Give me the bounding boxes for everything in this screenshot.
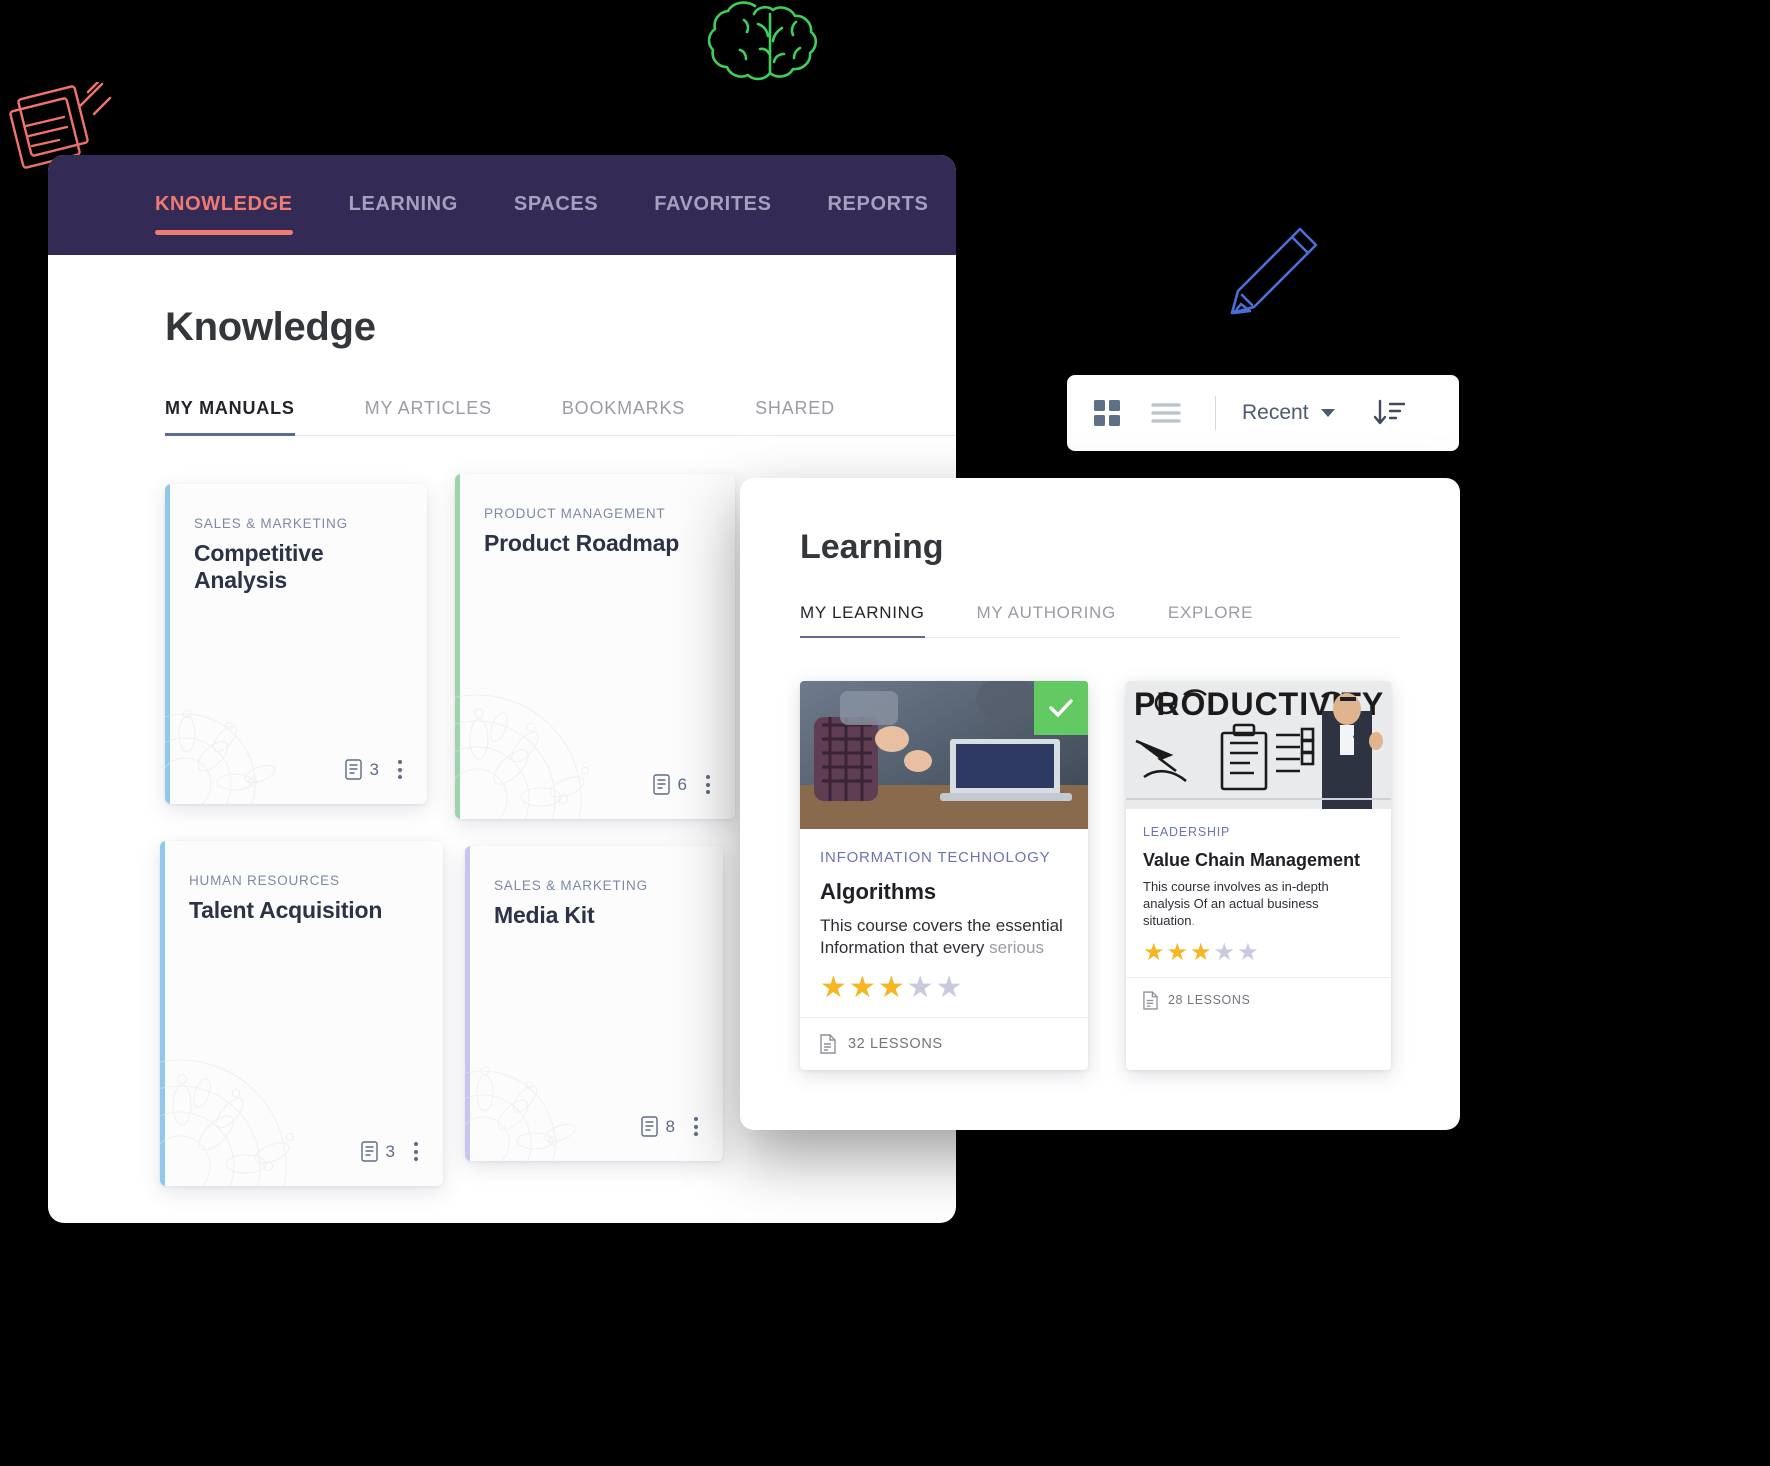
lessons-icon <box>1143 991 1158 1010</box>
course-title: Value Chain Management <box>1143 850 1361 870</box>
course-description: This course involves as in-depth analysi… <box>1143 879 1374 930</box>
page-title: Knowledge <box>165 305 376 349</box>
screenshot-stage: KNOWLEDGE LEARNING SPACES FAVORITES REPO… <box>0 0 1770 1466</box>
star-icon: ★ <box>877 971 905 1005</box>
tab-my-manuals[interactable]: MY MANUALS <box>165 398 295 436</box>
course-thumbnail <box>800 681 1088 829</box>
manual-title: Product Roadmap <box>484 530 680 556</box>
course-description-dim: serious <box>989 938 1044 958</box>
chevron-down-icon[interactable] <box>1320 409 1335 417</box>
manual-card-footer: 3 <box>344 757 405 782</box>
tab-my-authoring[interactable]: MY AUTHORING <box>977 603 1116 637</box>
check-icon <box>1049 699 1073 717</box>
grid-view-icon[interactable] <box>1093 399 1121 427</box>
page-title: Learning <box>800 528 944 566</box>
course-rating[interactable]: ★ ★ ★ ★ ★ <box>1143 938 1374 966</box>
lessons-icon <box>820 1034 836 1054</box>
course-thumbnail-image: PRODUCTIVITY <box>1126 681 1391 809</box>
star-icon: ★ <box>906 971 934 1005</box>
manual-card-footer: 8 <box>640 1114 701 1139</box>
tab-bookmarks[interactable]: BOOKMARKS <box>562 398 685 435</box>
knowledge-content: Knowledge MY MANUALS MY ARTICLES BOOKMAR… <box>48 255 956 1186</box>
star-icon: ★ <box>935 971 963 1005</box>
manual-title: Competitive Analysis <box>194 540 324 593</box>
learning-window: Learning MY LEARNING MY AUTHORING EXPLOR… <box>740 478 1460 1130</box>
tab-explore[interactable]: EXPLORE <box>1168 603 1253 637</box>
document-count-value: 3 <box>385 1141 395 1161</box>
list-view-icon[interactable] <box>1151 401 1181 425</box>
topnav-item-favorites[interactable]: FAVORITES <box>654 155 771 216</box>
topnav-item-knowledge[interactable]: KNOWLEDGE <box>155 155 293 235</box>
star-icon: ★ <box>1166 938 1189 966</box>
course-completed-badge <box>1034 681 1088 735</box>
toolbar-divider <box>1215 396 1216 430</box>
manual-category: SALES & MARKETING <box>194 516 348 531</box>
manual-card[interactable]: PRODUCT MANAGEMENT Product Roadmap 6 <box>455 474 735 819</box>
document-icon <box>360 1141 378 1162</box>
topnav-item-reports[interactable]: REPORTS <box>828 155 929 216</box>
manual-card-footer: 6 <box>652 772 713 797</box>
course-footer: 28 LESSONS <box>1126 976 1391 1023</box>
tab-my-learning[interactable]: MY LEARNING <box>800 603 925 638</box>
star-icon: ★ <box>1237 938 1259 966</box>
course-rating[interactable]: ★ ★ ★ ★ ★ <box>820 973 1068 1003</box>
course-category: INFORMATION TECHNOLOGY <box>820 849 1051 866</box>
course-description-main: This course involves as in-depth analysi… <box>1143 879 1329 928</box>
topnav-item-learning[interactable]: LEARNING <box>349 155 458 216</box>
lessons-count: 32 LESSONS <box>848 1036 943 1053</box>
manual-category: HUMAN RESOURCES <box>189 873 340 888</box>
tab-shared[interactable]: SHARED <box>755 398 835 435</box>
star-icon: ★ <box>1190 938 1212 966</box>
manual-title: Talent Acquisition <box>189 897 383 923</box>
course-footer: 32 LESSONS <box>800 1017 1088 1070</box>
learning-tab-bar: MY LEARNING MY AUTHORING EXPLORE <box>800 603 1400 638</box>
document-count: 3 <box>344 759 379 780</box>
star-icon: ★ <box>848 971 876 1005</box>
document-count: 8 <box>640 1116 675 1137</box>
card-menu-button[interactable] <box>703 772 713 797</box>
document-count-value: 6 <box>677 774 687 794</box>
pencil-doodle-icon <box>1212 215 1332 340</box>
lessons-count: 28 LESSONS <box>1168 993 1251 1008</box>
course-description-dim: . <box>1191 912 1196 928</box>
course-title: Algorithms <box>820 879 937 904</box>
sort-descending-icon[interactable] <box>1373 398 1405 428</box>
document-count-value: 8 <box>665 1116 675 1136</box>
course-details: LEADERSHIP Value Chain Management This c… <box>1126 809 1391 977</box>
document-icon <box>640 1116 658 1137</box>
manual-card-footer: 3 <box>360 1139 421 1164</box>
manual-card[interactable]: HUMAN RESOURCES Talent Acquisition 3 <box>160 841 443 1186</box>
document-count: 3 <box>360 1141 395 1162</box>
course-category: LEADERSHIP <box>1143 825 1231 839</box>
manual-card[interactable]: SALES & MARKETING Competitive Analysis 3 <box>165 484 427 804</box>
document-icon <box>344 759 362 780</box>
document-count-value: 3 <box>369 759 379 779</box>
knowledge-top-navigation: KNOWLEDGE LEARNING SPACES FAVORITES REPO… <box>48 155 956 255</box>
card-menu-button[interactable] <box>411 1139 421 1164</box>
topnav-item-spaces[interactable]: SPACES <box>514 155 598 216</box>
manual-category: SALES & MARKETING <box>494 878 648 893</box>
star-icon: ★ <box>1213 938 1236 966</box>
knowledge-tab-bar: MY MANUALS MY ARTICLES BOOKMARKS SHARED <box>165 398 955 436</box>
course-card[interactable]: INFORMATION TECHNOLOGY Algorithms This c… <box>800 681 1088 1071</box>
card-menu-button[interactable] <box>395 757 405 782</box>
manual-title: Media Kit <box>494 902 595 928</box>
course-description: This course covers the essential Informa… <box>820 915 1068 959</box>
document-icon <box>652 774 670 795</box>
course-thumbnail: PRODUCTIVITY <box>1126 681 1391 809</box>
card-menu-button[interactable] <box>691 1114 701 1139</box>
manual-card[interactable]: SALES & MARKETING Media Kit 8 <box>465 846 723 1161</box>
course-card[interactable]: PRODUCTIVITY LEADERSHIP Value Chain Mana… <box>1126 681 1391 1071</box>
star-icon: ★ <box>1143 938 1165 966</box>
brain-doodle-icon <box>700 0 840 97</box>
manual-category: PRODUCT MANAGEMENT <box>484 506 666 521</box>
course-card-list: INFORMATION TECHNOLOGY Algorithms This c… <box>800 681 1460 1071</box>
sort-select-label[interactable]: Recent <box>1242 401 1309 425</box>
tab-my-articles[interactable]: MY ARTICLES <box>365 398 492 435</box>
view-toolbar: Recent <box>1067 375 1459 451</box>
learning-content: Learning MY LEARNING MY AUTHORING EXPLOR… <box>740 478 1460 1071</box>
course-details: INFORMATION TECHNOLOGY Algorithms This c… <box>800 829 1088 1017</box>
star-icon: ★ <box>820 971 847 1005</box>
document-count: 6 <box>652 774 687 795</box>
